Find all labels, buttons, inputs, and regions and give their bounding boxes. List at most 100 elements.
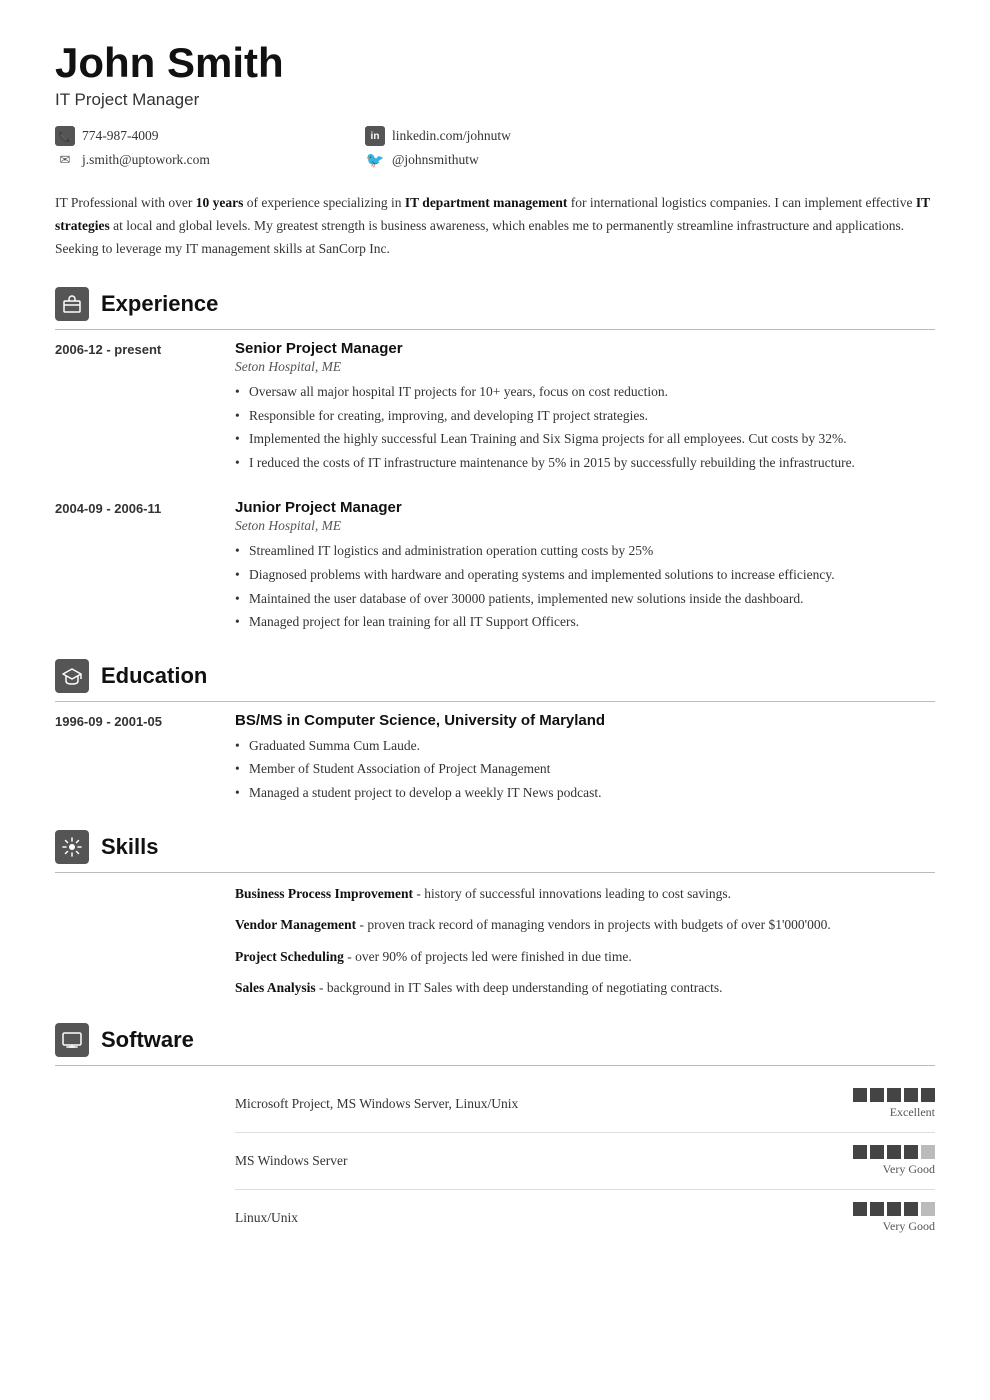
sq (853, 1202, 867, 1216)
sq (887, 1202, 901, 1216)
company-1: Seton Hospital, ME (235, 359, 935, 375)
education-entry-1: 1996-09 - 2001-05 BS/MS in Computer Scie… (55, 712, 935, 806)
software-header: Software (55, 1023, 935, 1066)
job-title-2: Junior Project Manager (235, 499, 935, 516)
linkedin-value: linkedin.com/johnutw (392, 128, 511, 144)
sq (870, 1088, 884, 1102)
job-title: IT Project Manager (55, 90, 935, 110)
sq (921, 1145, 935, 1159)
skills-content: Business Process Improvement - history o… (55, 883, 935, 999)
experience-section: Experience 2006-12 - present Senior Proj… (55, 287, 935, 635)
software-rating-2: Very Good (853, 1145, 935, 1177)
skill-name-3: Project Scheduling (235, 949, 344, 964)
skill-desc-4: - background in IT Sales with deep under… (319, 980, 723, 995)
sq (921, 1202, 935, 1216)
edu-content-1: BS/MS in Computer Science, University of… (235, 712, 935, 806)
sq (870, 1202, 884, 1216)
experience-date-2: 2004-09 - 2006-11 (55, 499, 215, 634)
rating-squares-1 (853, 1088, 935, 1102)
skill-name-4: Sales Analysis (235, 980, 316, 995)
skills-icon (55, 830, 89, 864)
software-content: Microsoft Project, MS Windows Server, Li… (55, 1076, 935, 1246)
twitter-value: @johnsmithutw (392, 152, 479, 168)
software-item-3: Linux/Unix Very Good (235, 1190, 935, 1246)
software-icon (55, 1023, 89, 1057)
rating-squares-3 (853, 1202, 935, 1216)
software-item-2: MS Windows Server Very Good (235, 1133, 935, 1190)
twitter-icon: 🐦 (365, 150, 385, 170)
skills-header: Skills (55, 830, 935, 873)
sq (904, 1202, 918, 1216)
education-icon (55, 659, 89, 693)
rating-label-3: Very Good (883, 1219, 935, 1234)
experience-header: Experience (55, 287, 935, 330)
software-title: Software (101, 1027, 194, 1053)
job-title-1: Senior Project Manager (235, 340, 935, 357)
skill-row-3: Project Scheduling - over 90% of project… (235, 946, 935, 968)
contact-twitter: 🐦 @johnsmithutw (365, 150, 655, 170)
sq (921, 1088, 935, 1102)
education-section: Education 1996-09 - 2001-05 BS/MS in Com… (55, 659, 935, 806)
email-icon: ✉ (55, 150, 75, 170)
skills-section: Skills Business Process Improvement - hi… (55, 830, 935, 999)
email-value: j.smith@uptowork.com (82, 152, 210, 168)
summary-text: IT Professional with over 10 years of ex… (55, 192, 935, 261)
skill-desc-1: - history of successful innovations lead… (416, 886, 731, 901)
skill-row-1: Business Process Improvement - history o… (235, 883, 935, 905)
bullet-1-3: Implemented the highly successful Lean T… (235, 428, 935, 450)
linkedin-icon: in (365, 126, 385, 146)
skill-name-2: Vendor Management (235, 917, 356, 932)
sq (887, 1145, 901, 1159)
bullet-2-4: Managed project for lean training for al… (235, 611, 935, 633)
software-name-2: MS Windows Server (235, 1153, 843, 1169)
experience-content-1: Senior Project Manager Seton Hospital, M… (235, 340, 935, 475)
software-item-1: Microsoft Project, MS Windows Server, Li… (235, 1076, 935, 1133)
bullet-2-1: Streamlined IT logistics and administrat… (235, 540, 935, 562)
company-2: Seton Hospital, ME (235, 518, 935, 534)
bullet-2-2: Diagnosed problems with hardware and ope… (235, 564, 935, 586)
bullet-1-2: Responsible for creating, improving, and… (235, 405, 935, 427)
phone-value: 774-987-4009 (82, 128, 159, 144)
skill-name-1: Business Process Improvement (235, 886, 413, 901)
skill-desc-2: - proven track record of managing vendor… (360, 917, 831, 932)
contact-linkedin: in linkedin.com/johnutw (365, 126, 655, 146)
sq (870, 1145, 884, 1159)
experience-entry-2: 2004-09 - 2006-11 Junior Project Manager… (55, 499, 935, 634)
skill-row-4: Sales Analysis - background in IT Sales … (235, 977, 935, 999)
sq (887, 1088, 901, 1102)
bullet-1-1: Oversaw all major hospital IT projects f… (235, 381, 935, 403)
skill-desc-3: - over 90% of projects led were finished… (347, 949, 632, 964)
edu-bullet-1-2: Member of Student Association of Project… (235, 758, 935, 780)
phone-icon: 📞 (55, 126, 75, 146)
edu-bullets-1: Graduated Summa Cum Laude. Member of Stu… (235, 735, 935, 804)
software-rating-1: Excellent (853, 1088, 935, 1120)
education-header: Education (55, 659, 935, 702)
sq (904, 1145, 918, 1159)
experience-icon (55, 287, 89, 321)
experience-title: Experience (101, 291, 218, 317)
rating-label-1: Excellent (890, 1105, 935, 1120)
software-name-3: Linux/Unix (235, 1210, 843, 1226)
bullet-2-3: Maintained the user database of over 300… (235, 588, 935, 610)
sq (853, 1145, 867, 1159)
skills-title: Skills (101, 834, 158, 860)
rating-label-2: Very Good (883, 1162, 935, 1177)
sq (904, 1088, 918, 1102)
education-title: Education (101, 663, 207, 689)
bullets-1: Oversaw all major hospital IT projects f… (235, 381, 935, 473)
edu-degree-1: BS/MS in Computer Science, University of… (235, 712, 935, 729)
software-name-1: Microsoft Project, MS Windows Server, Li… (235, 1096, 843, 1112)
sq (853, 1088, 867, 1102)
contact-grid: 📞 774-987-4009 in linkedin.com/johnutw ✉… (55, 126, 655, 170)
edu-bullet-1-1: Graduated Summa Cum Laude. (235, 735, 935, 757)
software-rating-3: Very Good (853, 1202, 935, 1234)
software-section: Software Microsoft Project, MS Windows S… (55, 1023, 935, 1246)
experience-content-2: Junior Project Manager Seton Hospital, M… (235, 499, 935, 634)
bullet-1-4: I reduced the costs of IT infrastructure… (235, 452, 935, 474)
resume-header: John Smith IT Project Manager 📞 774-987-… (55, 40, 935, 170)
experience-date-1: 2006-12 - present (55, 340, 215, 475)
contact-email: ✉ j.smith@uptowork.com (55, 150, 345, 170)
rating-squares-2 (853, 1145, 935, 1159)
contact-phone: 📞 774-987-4009 (55, 126, 345, 146)
skill-row-2: Vendor Management - proven track record … (235, 914, 935, 936)
